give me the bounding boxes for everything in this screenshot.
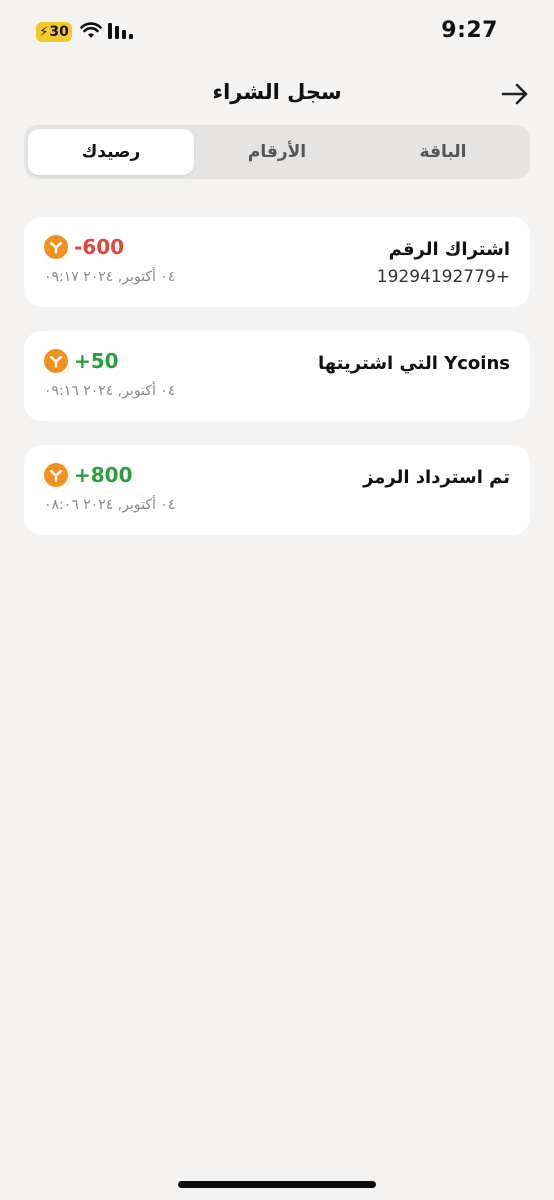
- transaction-list: اشتراك الرقم 19294192779+ -600 ٠٤ أكتوبر…: [24, 217, 530, 559]
- battery-icon: ⚡ 30: [36, 22, 72, 42]
- transaction-title: اشتراك الرقم: [388, 239, 510, 260]
- transaction-amount-row: +50: [44, 349, 119, 373]
- ycoin-icon: [44, 235, 68, 259]
- wifi-icon: [80, 22, 102, 38]
- purchase-history-screen: ⚡ 30 9:27 سجل الشراء رصيدك الأرقام الباق…: [0, 0, 554, 1200]
- transaction-title: تم استرداد الرمز: [363, 467, 510, 488]
- transaction-card[interactable]: اشتراك الرقم 19294192779+ -600 ٠٤ أكتوبر…: [24, 217, 530, 307]
- home-indicator[interactable]: [178, 1181, 376, 1188]
- transaction-amount: +50: [74, 349, 119, 373]
- transaction-date: ٠٤ أكتوبر, ٢٠٢٤ ٠٨:٠٦: [44, 497, 176, 513]
- tab-balance[interactable]: رصيدك: [28, 129, 194, 175]
- transaction-amount-row: -600: [44, 235, 124, 259]
- transaction-date: ٠٤ أكتوبر, ٢٠٢٤ ٠٩:١٦: [44, 383, 176, 399]
- charging-bolt-icon: ⚡: [39, 24, 49, 40]
- status-bar: ⚡ 30 9:27: [0, 0, 554, 60]
- transaction-card[interactable]: تم استرداد الرمز +800 ٠٤ أكتوبر, ٢٠٢٤ ٠٨…: [24, 445, 530, 535]
- transaction-title: Ycoins التي اشتريتها: [318, 353, 510, 374]
- header: سجل الشراء: [0, 72, 554, 116]
- arrow-right-icon[interactable]: [500, 80, 530, 108]
- cellular-signal-icon: [108, 23, 133, 39]
- tab-bar: رصيدك الأرقام الباقة: [24, 125, 530, 179]
- battery-level: 30: [49, 24, 69, 40]
- transaction-amount: -600: [74, 235, 125, 259]
- transaction-date: ٠٤ أكتوبر, ٢٠٢٤ ٠٩:١٧: [44, 269, 176, 285]
- transaction-amount-row: +800: [44, 463, 133, 487]
- tab-numbers[interactable]: الأرقام: [194, 129, 360, 175]
- transaction-phone-number: 19294192779+: [376, 267, 510, 287]
- page-title: سجل الشراء: [212, 80, 342, 104]
- status-time: 9:27: [441, 18, 498, 43]
- transaction-card[interactable]: Ycoins التي اشتريتها +50 ٠٤ أكتوبر, ٢٠٢٤…: [24, 331, 530, 421]
- ycoin-icon: [44, 349, 68, 373]
- tab-package[interactable]: الباقة: [360, 129, 526, 175]
- transaction-amount: +800: [74, 463, 133, 487]
- ycoin-icon: [44, 463, 68, 487]
